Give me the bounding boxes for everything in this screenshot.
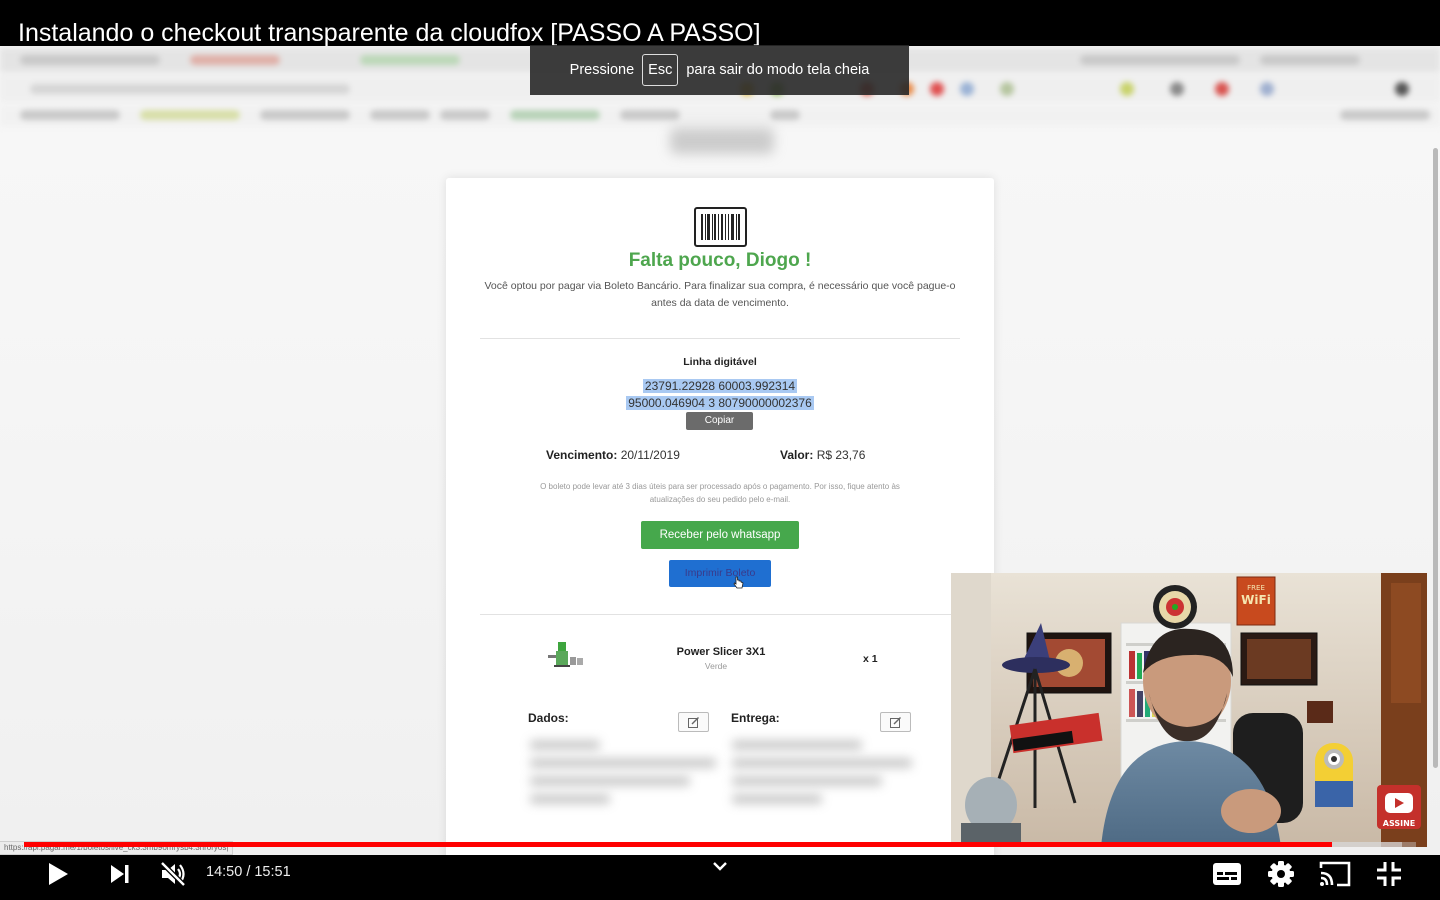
product-thumbnail — [548, 642, 583, 667]
exit-fullscreen-icon — [1377, 862, 1401, 886]
cast-button[interactable] — [1315, 857, 1355, 891]
next-icon — [111, 865, 129, 883]
video-frame[interactable]: Falta pouco, Diogo ! Você optou por paga… — [0, 0, 1440, 855]
fullscreen-exit-hint: Pressione Esc para sair do modo tela che… — [530, 45, 909, 95]
progress-bar[interactable] — [24, 842, 1416, 847]
blurred-store-logo — [670, 128, 774, 154]
subscribe-badge-text: ASSINE — [1383, 819, 1416, 828]
muted-volume-icon — [160, 861, 186, 887]
product-quantity: x 1 — [863, 653, 878, 665]
svg-text:WiFi: WiFi — [1241, 593, 1271, 607]
intro-text: Você optou por pagar via Boleto Bancário… — [484, 280, 956, 309]
copy-button[interactable]: Copiar — [686, 412, 753, 430]
value-label: Valor: — [780, 448, 814, 462]
product-variant: Verde — [704, 661, 728, 671]
edit-delivery-button[interactable] — [880, 712, 911, 732]
customer-data-label: Dados: — [528, 711, 569, 725]
gear-icon — [1268, 861, 1294, 887]
video-title[interactable]: Instalando o checkout transparente da cl… — [18, 19, 761, 48]
print-boleto-button[interactable]: Imprimir Boleto — [669, 560, 771, 587]
esc-key: Esc — [642, 54, 679, 86]
edit-icon — [890, 717, 901, 728]
chevron-down-icon — [713, 862, 727, 871]
divider — [480, 338, 960, 339]
blurred-delivery-info — [732, 794, 822, 804]
due-date-label: Vencimento: — [546, 448, 618, 462]
value-amount: R$ 23,76 — [816, 448, 866, 462]
digitable-line-part-1: 23791.22928 60003.992314 — [642, 379, 798, 393]
settings-button[interactable] — [1262, 857, 1300, 891]
page-scrollbar[interactable] — [1433, 148, 1438, 768]
product-name: Power Slicer 3X1 — [676, 646, 766, 658]
hint-prefix: Pressione — [569, 62, 635, 78]
next-button[interactable] — [102, 857, 138, 891]
whatsapp-button[interactable]: Receber pelo whatsapp — [641, 521, 799, 549]
digitable-line-title: Linha digitável — [683, 356, 757, 368]
play-button[interactable] — [40, 857, 76, 891]
blurred-delivery-info — [732, 758, 912, 768]
digitable-line-part-2: 95000.046904 3 80790000002376 — [626, 396, 814, 410]
cast-icon — [1319, 861, 1351, 887]
play-icon — [49, 863, 68, 885]
delivery-label: Entrega: — [731, 711, 780, 725]
blurred-delivery-info — [732, 776, 882, 786]
hand-cursor-icon — [733, 576, 744, 589]
webcam-overlay: FREE WiFi ASSINE — [951, 573, 1427, 847]
progress-played — [24, 842, 1333, 847]
blurred-delivery-info — [732, 740, 862, 750]
wifi-sign-text: FREE — [1247, 584, 1265, 592]
divider — [480, 614, 960, 615]
blurred-customer-info — [530, 740, 600, 750]
subtitles-button[interactable] — [1208, 857, 1246, 891]
webcam-scene: FREE WiFi ASSINE — [951, 573, 1427, 847]
blurred-customer-info — [530, 794, 610, 804]
blurred-customer-info — [530, 776, 690, 786]
due-date: Vencimento: 20/11/2019 — [546, 448, 680, 462]
due-date-value: 20/11/2019 — [620, 448, 680, 462]
time-display: 14:50 / 15:51 — [206, 864, 291, 880]
processing-notice: O boleto pode levar até 3 dias úteis par… — [540, 482, 900, 504]
boleto-value: Valor: R$ 23,76 — [780, 448, 865, 462]
subtitles-icon — [1213, 863, 1241, 885]
hint-suffix: para sair do modo tela cheia — [686, 62, 870, 78]
mute-button[interactable] — [154, 857, 192, 891]
more-videos-button[interactable] — [710, 857, 730, 882]
exit-fullscreen-button[interactable] — [1370, 857, 1408, 891]
boleto-confirmation-card: Falta pouco, Diogo ! Você optou por paga… — [446, 178, 994, 855]
blurred-customer-info — [530, 758, 716, 768]
barcode-icon — [694, 207, 747, 247]
edit-customer-button[interactable] — [678, 712, 709, 732]
greeting-heading: Falta pouco, Diogo ! — [628, 250, 812, 271]
digitable-line[interactable]: 23791.22928 60003.992314 95000.046904 3 … — [446, 378, 994, 412]
edit-icon — [688, 717, 699, 728]
